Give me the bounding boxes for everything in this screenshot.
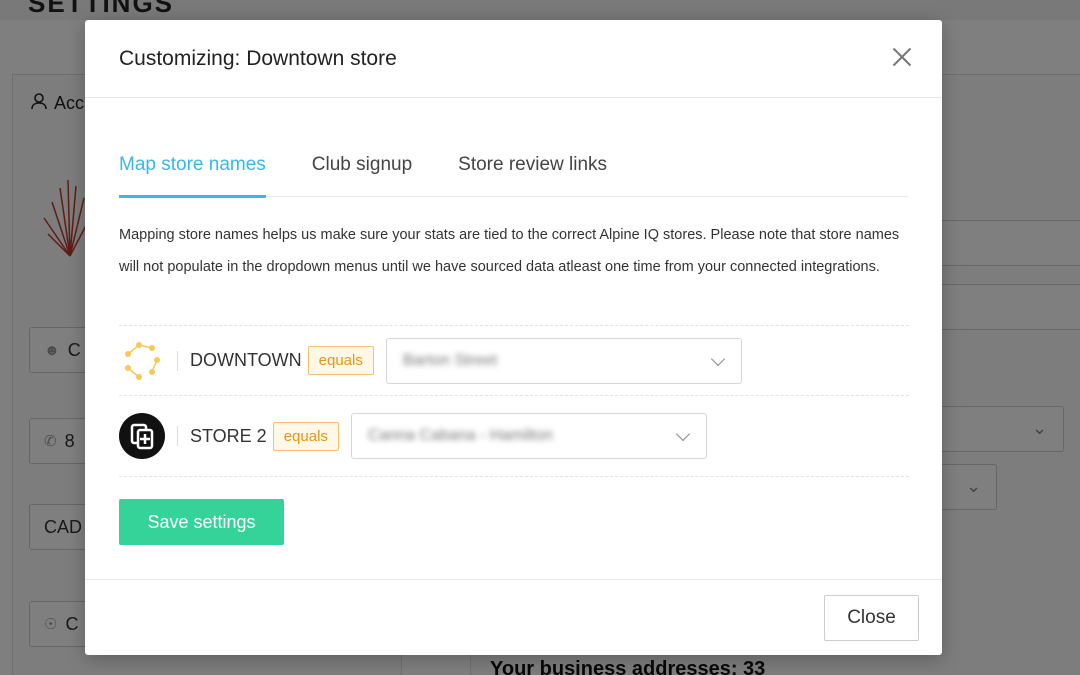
equals-badge: equals xyxy=(272,421,339,451)
store-select-value: Canna Cabana - Hamilton xyxy=(367,427,553,444)
customize-store-modal: Customizing: Downtown store Map store na… xyxy=(85,20,942,655)
modal-tabs: Map store names Club signup Store review… xyxy=(119,150,908,198)
row-separator xyxy=(177,426,178,446)
store-name-label: STORE 2 xyxy=(190,425,267,446)
mapping-description: Mapping store names helps us make sure y… xyxy=(119,227,900,275)
store-name-label: DOWNTOWN xyxy=(190,350,302,370)
pos-integration-icon xyxy=(119,413,165,459)
close-button[interactable]: Close xyxy=(824,595,919,641)
row-separator xyxy=(177,350,178,371)
chevron-down-icon xyxy=(710,351,725,366)
store-select-dropdown[interactable]: Canna Cabana - Hamilton xyxy=(350,413,707,459)
store-select-dropdown[interactable]: Barton Street xyxy=(385,337,742,384)
close-icon[interactable] xyxy=(892,47,912,67)
dots-integration-icon xyxy=(119,338,165,384)
modal-header: Customizing: Downtown store xyxy=(85,20,942,98)
store-mapping-row: DOWNTOWN equals Barton Street xyxy=(119,325,909,395)
tab-store-review-links[interactable]: Store review links xyxy=(458,150,607,197)
chevron-down-icon xyxy=(675,426,690,442)
modal-title: Customizing: Downtown store xyxy=(119,46,397,70)
tab-club-signup[interactable]: Club signup xyxy=(312,150,412,197)
store-select-value: Barton Street xyxy=(402,351,498,369)
equals-badge: equals xyxy=(307,346,374,375)
modal-footer: Close xyxy=(85,579,942,655)
store-mapping-row: STORE 2 equals Canna Cabana - Hamilton xyxy=(119,395,909,477)
tab-map-store-names[interactable]: Map store names xyxy=(119,150,266,198)
save-settings-button[interactable]: Save settings xyxy=(119,499,284,545)
